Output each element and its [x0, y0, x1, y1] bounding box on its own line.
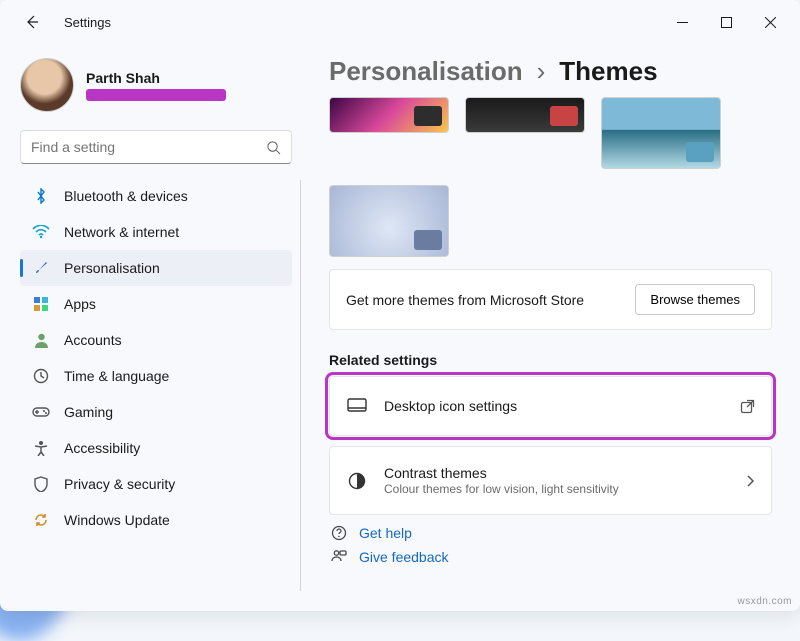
gamepad-icon: [32, 403, 50, 421]
nav-gaming[interactable]: Gaming: [20, 394, 292, 430]
watermark: wsxdn.com: [737, 596, 792, 607]
apps-icon: [32, 295, 50, 313]
nav-label: Accounts: [64, 332, 122, 348]
brush-icon: [32, 259, 50, 277]
nav-label: Gaming: [64, 404, 113, 420]
related-heading: Related settings: [329, 352, 772, 368]
nav-label: Bluetooth & devices: [64, 188, 188, 204]
nav-personalisation[interactable]: Personalisation: [20, 250, 292, 286]
search-input[interactable]: [31, 139, 266, 155]
chevron-right-icon: ›: [537, 56, 546, 87]
feedback-icon: [329, 549, 349, 565]
clock-icon: [32, 367, 50, 385]
shield-icon: [32, 475, 50, 493]
search-box[interactable]: [20, 130, 292, 164]
desktop-icon: [346, 395, 368, 417]
accessibility-icon: [32, 439, 50, 457]
profile-email-redacted: [86, 89, 226, 101]
nav-label: Network & internet: [64, 224, 179, 240]
maximize-button[interactable]: [704, 6, 748, 38]
nav-label: Time & language: [64, 368, 169, 384]
nav-label: Privacy & security: [64, 476, 175, 492]
desktop-icon-settings-card[interactable]: Desktop icon settings: [329, 376, 772, 436]
content: Personalisation › Themes Get more themes…: [300, 44, 800, 611]
nav-label: Windows Update: [64, 512, 170, 528]
theme-overlay: [414, 230, 442, 250]
nav-label: Accessibility: [64, 440, 140, 456]
card-title: Contrast themes: [384, 465, 729, 481]
nav-accessibility[interactable]: Accessibility: [20, 430, 292, 466]
theme-overlay: [686, 142, 714, 162]
close-button[interactable]: [748, 6, 792, 38]
nav-network[interactable]: Network & internet: [20, 214, 292, 250]
profile[interactable]: Parth Shah: [20, 58, 292, 112]
store-row: Get more themes from Microsoft Store Bro…: [329, 269, 772, 330]
theme-preview[interactable]: [329, 185, 449, 257]
search-icon: [266, 140, 281, 155]
nav-update[interactable]: Windows Update: [20, 502, 292, 538]
link-label: Give feedback: [359, 549, 449, 565]
nav-accounts[interactable]: Accounts: [20, 322, 292, 358]
breadcrumb-current: Themes: [559, 56, 657, 87]
store-text: Get more themes from Microsoft Store: [346, 292, 635, 308]
nav-apps[interactable]: Apps: [20, 286, 292, 322]
update-icon: [32, 511, 50, 529]
help-icon: [329, 525, 349, 541]
sidebar-nav: Bluetooth & devices Network & internet P…: [20, 178, 292, 538]
maximize-icon: [721, 17, 732, 28]
bluetooth-icon: [32, 187, 50, 205]
profile-name: Parth Shah: [86, 70, 226, 86]
nav-label: Apps: [64, 296, 96, 312]
nav-bluetooth[interactable]: Bluetooth & devices: [20, 178, 292, 214]
give-feedback-link[interactable]: Give feedback: [329, 549, 772, 565]
theme-preview[interactable]: [329, 97, 449, 133]
card-desc: Colour themes for low vision, light sens…: [384, 482, 729, 496]
chevron-right-icon: [745, 474, 755, 488]
nav-privacy[interactable]: Privacy & security: [20, 466, 292, 502]
nav-time[interactable]: Time & language: [20, 358, 292, 394]
contrast-icon: [346, 470, 368, 492]
settings-window: Settings Parth Shah: [0, 0, 800, 611]
close-icon: [765, 17, 776, 28]
titlebar: Settings: [0, 0, 800, 44]
link-label: Get help: [359, 525, 412, 541]
breadcrumb: Personalisation › Themes: [329, 56, 772, 87]
person-icon: [32, 331, 50, 349]
card-title: Desktop icon settings: [384, 398, 724, 414]
get-help-link[interactable]: Get help: [329, 525, 772, 541]
theme-overlay: [550, 106, 578, 126]
nav-label: Personalisation: [64, 260, 160, 276]
window-title: Settings: [64, 15, 111, 30]
theme-preview[interactable]: [601, 97, 721, 169]
open-external-icon: [740, 399, 755, 414]
wifi-icon: [32, 223, 50, 241]
contrast-themes-card[interactable]: Contrast themes Colour themes for low vi…: [329, 446, 772, 515]
theme-previews: [329, 97, 772, 257]
back-button[interactable]: [18, 8, 46, 36]
browse-themes-button[interactable]: Browse themes: [635, 284, 755, 315]
theme-preview[interactable]: [465, 97, 585, 133]
minimize-icon: [677, 17, 688, 28]
minimize-button[interactable]: [660, 6, 704, 38]
avatar: [20, 58, 74, 112]
theme-overlay: [414, 106, 442, 126]
sidebar: Parth Shah Bluetooth & devices Ne: [0, 44, 300, 611]
breadcrumb-parent[interactable]: Personalisation: [329, 56, 523, 87]
arrow-left-icon: [24, 14, 40, 30]
